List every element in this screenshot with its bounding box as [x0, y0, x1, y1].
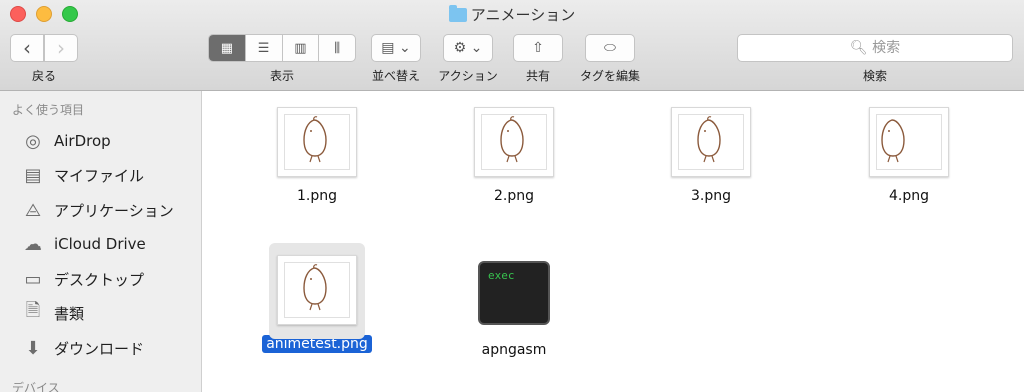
documents-icon: 🗎︎: [25, 300, 41, 321]
sidebar-item-label: iCloud Drive: [54, 235, 146, 253]
image-thumbnail: [869, 107, 949, 177]
share-label: 共有: [525, 69, 550, 83]
airdrop-icon: ◎: [25, 130, 41, 152]
sidebar-item-all-files[interactable]: ▤ マイファイル: [20, 160, 144, 190]
chick-image-icon: [500, 116, 524, 163]
terminal-executable-icon: exec: [478, 261, 550, 325]
sidebar-item-label: 書類: [54, 304, 85, 323]
all-files-icon: ▤: [24, 164, 42, 186]
sidebar-item-label: マイファイル: [54, 166, 145, 185]
toolbar: アニメーション ‹ › 戻る ▦ ☰ ▥ ⫼ 表示 ▤ ⌄ 並べ替え ⚙ ⌄ ア…: [0, 0, 1024, 91]
search-icon: 🔍︎: [849, 40, 868, 56]
sort-label: 並べ替え: [371, 69, 420, 83]
file-name: 2.png: [493, 188, 534, 204]
sidebar-item-applications[interactable]: ⨺ アプリケーション: [20, 195, 174, 225]
image-thumbnail: [474, 107, 554, 177]
gear-icon: ⚙ ⌄: [453, 40, 483, 56]
action-button[interactable]: ⚙ ⌄: [443, 34, 493, 62]
sidebar-item-documents[interactable]: 🗎︎ 書類: [20, 298, 84, 328]
column-view-button[interactable]: ▥: [283, 35, 320, 61]
list-icon: ☰: [257, 40, 270, 56]
file-name: 1.png: [296, 188, 337, 204]
file-item-selected[interactable]: animetest.png: [247, 243, 387, 353]
file-item[interactable]: 2.png: [444, 107, 584, 205]
arrange-grid-icon: ▤ ⌄: [381, 40, 411, 56]
chick-image-icon: [303, 264, 327, 311]
chevron-left-icon: ‹: [23, 36, 31, 60]
sidebar-item-downloads[interactable]: ⬇ ダウンロード: [20, 333, 144, 363]
finder-window: アニメーション ‹ › 戻る ▦ ☰ ▥ ⫼ 表示 ▤ ⌄ 並べ替え ⚙ ⌄ ア…: [0, 0, 1024, 392]
sidebar-item-label: デスクトップ: [54, 270, 145, 289]
cloud-icon: ☁: [24, 233, 42, 255]
file-name: apngasm: [481, 342, 547, 358]
forward-button[interactable]: ›: [44, 34, 78, 62]
window-title-text: アニメーション: [470, 6, 576, 24]
sidebar-item-label: アプリケーション: [54, 201, 174, 220]
file-item[interactable]: 1.png: [247, 107, 387, 205]
sidebar-item-icloud-drive[interactable]: ☁ iCloud Drive: [20, 229, 146, 259]
action-label: アクション: [438, 69, 498, 83]
chevron-right-icon: ›: [57, 36, 65, 60]
folder-icon: [448, 5, 467, 22]
image-thumbnail: [277, 107, 357, 177]
file-item[interactable]: 3.png: [641, 107, 781, 205]
view-mode-control: ▦ ☰ ▥ ⫼: [208, 34, 356, 62]
tag-icon: ⬭: [604, 40, 616, 56]
list-view-button[interactable]: ☰: [246, 35, 283, 61]
columns-icon: ▥: [294, 40, 307, 56]
devices-header: デバイス: [12, 381, 60, 392]
view-label: 表示: [269, 69, 294, 83]
desktop-icon: ▭: [24, 268, 42, 290]
grid-icon: ▦: [220, 40, 234, 56]
share-button[interactable]: ⇧: [513, 34, 563, 62]
search-placeholder: 検索: [872, 40, 901, 56]
chick-image-icon: [697, 116, 721, 163]
sidebar-item-label: AirDrop: [54, 132, 111, 150]
sidebar: よく使う項目 ◎ AirDrop ▤ マイファイル ⨺ アプリケーション ☁ iClou…: [0, 91, 202, 392]
sidebar-item-label: ダウンロード: [54, 339, 145, 358]
sidebar-item-desktop[interactable]: ▭ デスクトップ: [20, 264, 144, 294]
file-area: 1.png 2.png 3.png 4.png animetest.png ex…: [202, 91, 1024, 392]
file-item[interactable]: 4.png: [839, 107, 979, 205]
file-name: 4.png: [888, 188, 929, 204]
image-thumbnail: [277, 255, 357, 325]
search-input[interactable]: 🔍︎ 検索: [737, 34, 1013, 62]
tags-label: タグを編集: [579, 69, 640, 83]
back-label: 戻る: [31, 69, 56, 83]
chick-image-icon: [303, 116, 327, 163]
tags-button[interactable]: ⬭: [585, 34, 635, 62]
sort-button[interactable]: ▤ ⌄: [371, 34, 421, 62]
file-name: 3.png: [690, 188, 731, 204]
cover-flow-icon: ⫼: [334, 40, 341, 56]
favorites-header: よく使う項目: [12, 103, 85, 117]
applications-icon: ⨺: [24, 199, 42, 221]
back-button[interactable]: ‹: [10, 34, 44, 62]
chick-image-icon: [881, 119, 905, 163]
image-thumbnail: [671, 107, 751, 177]
download-icon: ⬇: [25, 337, 41, 359]
gallery-view-button[interactable]: ⫼: [319, 35, 355, 61]
file-item[interactable]: exec apngasm: [444, 261, 584, 359]
icon-view-button[interactable]: ▦: [209, 35, 246, 61]
exec-badge: exec: [488, 269, 515, 282]
search-label: 検索: [862, 69, 887, 83]
share-icon: ⇧: [532, 40, 544, 56]
window-title: アニメーション: [0, 4, 1024, 25]
sidebar-item-airdrop[interactable]: ◎ AirDrop: [20, 126, 111, 156]
